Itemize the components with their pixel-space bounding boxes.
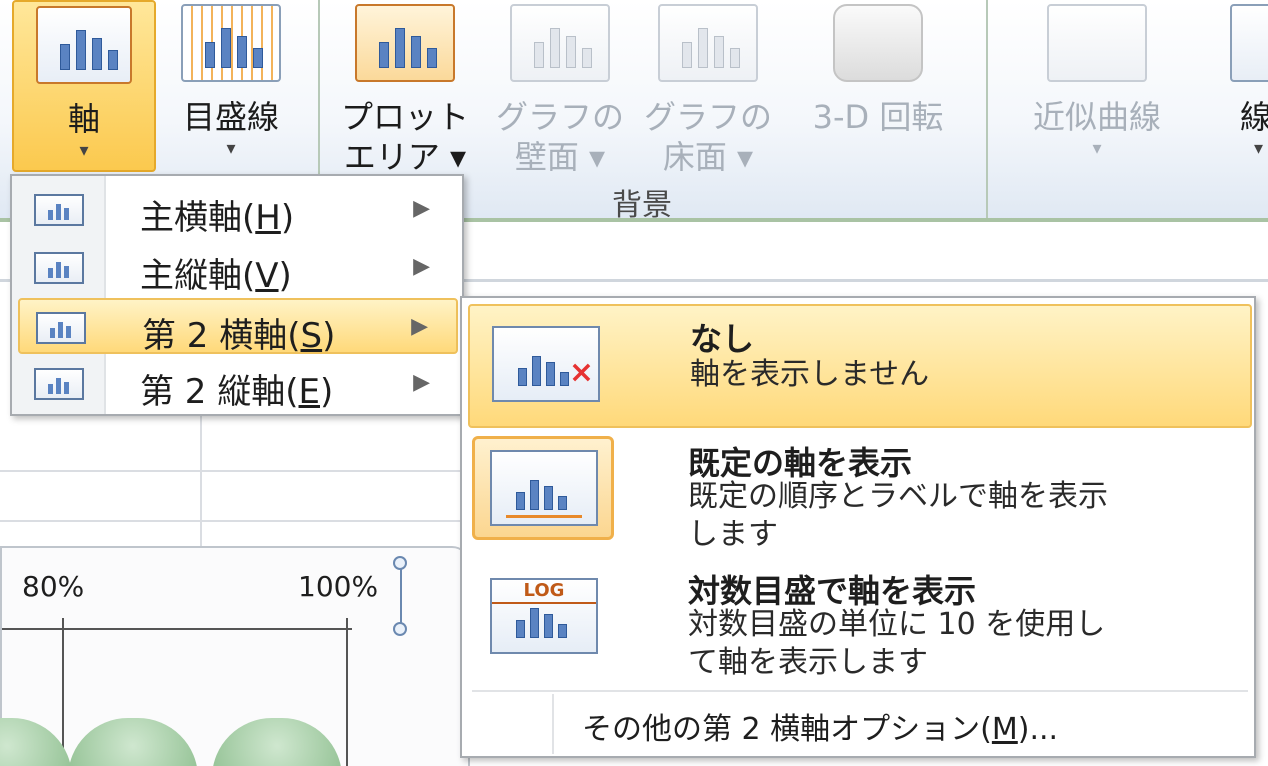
axis-tick-label: 100% xyxy=(298,570,379,603)
menu-item-secondary-vertical-axis[interactable]: 第 2 縦軸(E) ▶ xyxy=(18,356,458,412)
plot-area-label-line2: エリア ▾ xyxy=(343,138,467,176)
menu-item-primary-vertical-axis[interactable]: 主縦軸(V) ▶ xyxy=(18,240,458,296)
axes-button[interactable]: 軸 ▾ xyxy=(12,0,156,172)
chevron-down-icon: ▾ xyxy=(1254,138,1264,159)
axis-tick-label: 80% xyxy=(22,570,85,603)
default-axis-icon xyxy=(490,450,598,526)
option-log-scale-axis[interactable]: LOG 対数目盛で軸を表示 対数目盛の単位に 10 を使用し て軸を表示します xyxy=(468,562,1252,686)
gridlines-button-label: 目盛線 xyxy=(182,98,279,136)
3d-rotation-icon xyxy=(833,4,923,82)
menu-gutter-line xyxy=(552,694,554,754)
3d-rotation-label: 3-D 回転 xyxy=(812,98,944,136)
chart-wall-button[interactable]: グラフの 壁面 ▾ xyxy=(492,0,628,176)
chevron-down-icon: ▾ xyxy=(1092,138,1102,159)
grid-line xyxy=(0,470,470,472)
3d-rotation-button[interactable]: 3-D 回転 xyxy=(786,0,970,172)
axes-button-label: 軸 xyxy=(67,100,100,138)
chevron-down-icon: ▾ xyxy=(79,140,89,161)
option-description: 対数目盛の単位に 10 を使用し xyxy=(688,607,1106,642)
grid-line xyxy=(200,416,202,546)
chevron-down-icon: ▾ xyxy=(226,138,236,159)
option-none[interactable]: × なし 軸を表示しません xyxy=(468,304,1252,428)
menu-item-label: 第 2 横軸(S) xyxy=(142,316,336,356)
axis-arrow-icon xyxy=(506,515,582,518)
chart-bar-decoration xyxy=(212,718,342,766)
axes-dropdown-menu: 主横軸(H) ▶ 主縦軸(V) ▶ 第 2 横軸(S) ▶ 第 2 縦軸(E) … xyxy=(10,174,464,416)
secondary-vertical-axis-icon xyxy=(34,368,84,400)
option-description: 軸を表示しません xyxy=(690,357,930,392)
log-scale-icon: LOG xyxy=(490,578,598,654)
selection-handle[interactable] xyxy=(393,622,407,636)
lines-label: 線 xyxy=(1240,98,1268,136)
no-axis-icon: × xyxy=(492,326,600,402)
primary-vertical-axis-icon xyxy=(34,252,84,284)
gridlines-icon xyxy=(181,4,281,82)
gridlines-button[interactable]: 目盛線 ▾ xyxy=(164,0,298,172)
plot-area-button[interactable]: プロット エリア ▾ xyxy=(338,0,472,176)
submenu-arrow-icon: ▶ xyxy=(413,196,430,221)
lines-button[interactable]: 線 ▾ xyxy=(1210,0,1268,172)
axis-line xyxy=(2,628,352,630)
trendline-button[interactable]: 近似曲線 ▾ xyxy=(1004,0,1190,172)
chart-floor-label-line2: 床面 ▾ xyxy=(662,138,754,176)
chart-wall-icon xyxy=(510,4,610,82)
secondary-horizontal-axis-icon xyxy=(36,312,86,344)
secondary-horizontal-axis-submenu: × なし 軸を表示しません 既定の軸を表示 既定の順序とラベルで軸を表示 します… xyxy=(460,296,1256,758)
chart-floor-button[interactable]: グラフの 床面 ▾ xyxy=(640,0,776,176)
submenu-arrow-icon: ▶ xyxy=(413,370,430,395)
option-description: 既定の順序とラベルで軸を表示 xyxy=(688,479,1108,514)
primary-horizontal-axis-icon xyxy=(34,194,84,226)
plot-area-icon xyxy=(355,4,455,82)
lines-icon xyxy=(1230,4,1268,82)
gridline xyxy=(62,618,64,766)
submenu-arrow-icon: ▶ xyxy=(413,254,430,279)
option-description: て軸を表示します xyxy=(688,645,928,680)
menu-item-label: 第 2 縦軸(E) xyxy=(140,372,334,412)
option-description: します xyxy=(688,517,778,552)
trendline-icon xyxy=(1047,4,1147,82)
more-secondary-horizontal-axis-options[interactable]: その他の第 2 横軸オプション(M)... xyxy=(582,704,1058,748)
red-x-icon: × xyxy=(568,355,594,390)
chart-bar-decoration xyxy=(68,718,198,766)
chart-floor-icon xyxy=(658,4,758,82)
chart-wall-label-line2: 壁面 ▾ xyxy=(514,138,606,176)
selection-line xyxy=(400,566,402,630)
grid-line xyxy=(0,520,470,522)
menu-item-label: 主横軸(H) xyxy=(140,198,295,238)
option-show-default-axis[interactable]: 既定の軸を表示 既定の順序とラベルで軸を表示 します xyxy=(468,432,1252,556)
axes-icon xyxy=(36,6,132,84)
gridline xyxy=(346,618,348,766)
menu-separator xyxy=(472,690,1248,692)
menu-item-secondary-horizontal-axis[interactable]: 第 2 横軸(S) ▶ xyxy=(18,298,458,356)
menu-item-primary-horizontal-axis[interactable]: 主横軸(H) ▶ xyxy=(18,182,458,238)
menu-item-label: 主縦軸(V) xyxy=(140,256,292,296)
chart-area[interactable]: 80% 100% xyxy=(0,546,470,766)
option-title: なし xyxy=(690,320,755,358)
log-label-icon: LOG xyxy=(492,580,596,604)
trendline-label: 近似曲線 xyxy=(1032,98,1161,136)
group-separator xyxy=(986,0,988,218)
selection-handle[interactable] xyxy=(393,556,407,570)
submenu-arrow-icon: ▶ xyxy=(411,314,428,339)
